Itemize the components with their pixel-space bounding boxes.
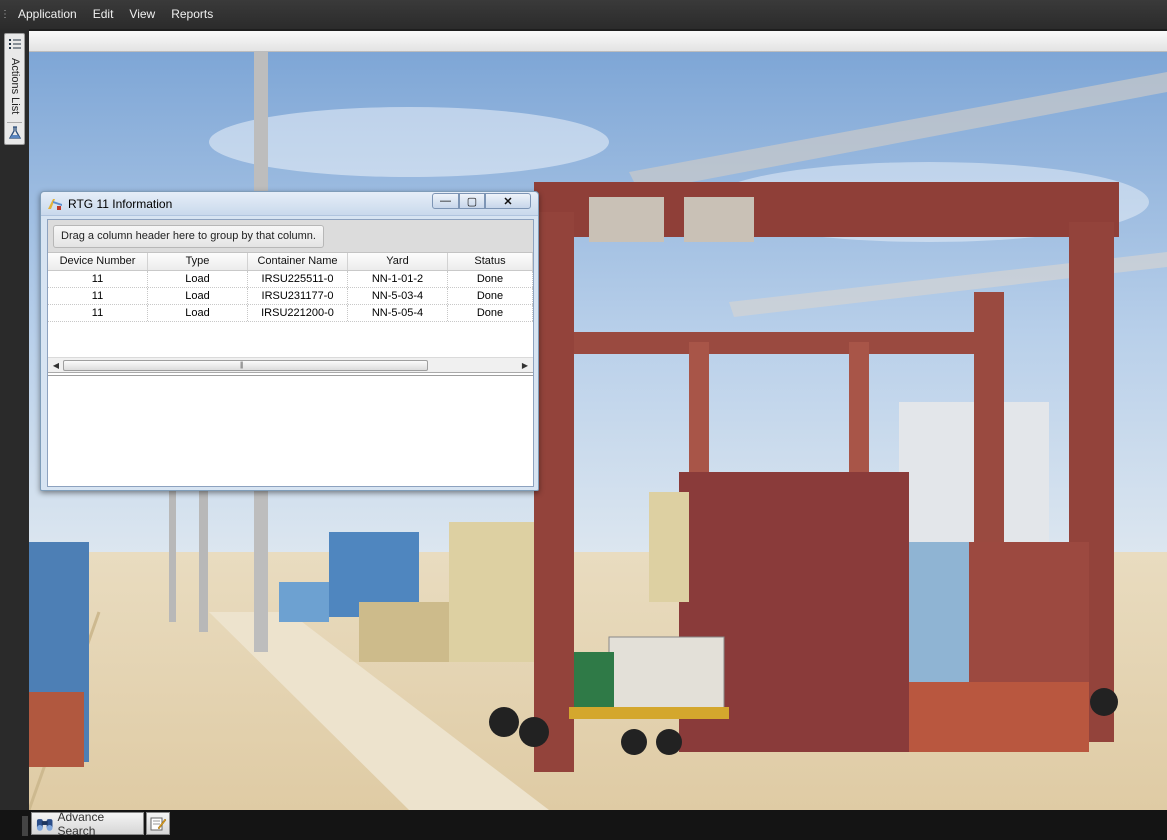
table-row[interactable]: 11 Load IRSU225511-0 NN-1-01-2 Done (48, 271, 533, 288)
list-icon[interactable] (8, 37, 22, 51)
cell-container-name[interactable]: IRSU221200-0 (248, 305, 348, 321)
cell-container-name[interactable]: IRSU225511-0 (248, 271, 348, 287)
flask-icon[interactable] (8, 126, 22, 140)
cell-type[interactable]: Load (148, 271, 248, 287)
table-row[interactable]: 11 Load IRSU221200-0 NN-5-05-4 Done (48, 305, 533, 322)
menu-reports[interactable]: Reports (163, 0, 221, 29)
scroll-grip-icon: ||| (240, 362, 244, 369)
crane-wheel (1090, 688, 1118, 716)
light-pole (169, 482, 176, 622)
gantry-post (849, 342, 869, 492)
cell-status[interactable]: Done (448, 271, 533, 287)
detail-pane (48, 375, 533, 486)
scrollbar-thumb[interactable]: ||| (63, 360, 428, 371)
crane-label-40t (589, 197, 664, 242)
advance-search-button[interactable]: Advance Search (31, 809, 144, 838)
cell-yard[interactable]: NN-5-03-4 (348, 288, 448, 304)
cell-status[interactable]: Done (448, 288, 533, 304)
bottom-toolbar (0, 810, 1167, 840)
gantry-leg (974, 292, 1004, 572)
group-by-panel[interactable]: Drag a column header here to group by th… (48, 220, 533, 253)
gantry-crossbeam (574, 332, 974, 354)
crane-label-no4 (684, 197, 754, 242)
crane-app-icon (48, 199, 62, 210)
container-stack (909, 542, 969, 682)
gantry-leg (534, 212, 574, 772)
actions-list-dock-tab[interactable]: Actions List (4, 33, 25, 145)
crane-wheel (519, 717, 549, 747)
horizontal-scrollbar[interactable]: ◀ ||| ▶ (48, 357, 533, 373)
group-by-hint: Drag a column header here to group by th… (53, 225, 324, 248)
column-header-yard[interactable]: Yard (348, 253, 448, 270)
data-grid[interactable]: Device Number Type Container Name Yard S… (48, 253, 533, 322)
truck-container (608, 636, 725, 713)
gantry-post (689, 342, 709, 492)
container-stack (359, 602, 449, 662)
crane-wheel (489, 707, 519, 737)
menu-application[interactable]: Application (10, 0, 85, 29)
truck-chassis (569, 707, 729, 719)
grid-container: Drag a column header here to group by th… (47, 219, 534, 487)
cell-type[interactable]: Load (148, 305, 248, 321)
column-header-device-number[interactable]: Device Number (48, 253, 148, 270)
report-button[interactable] (146, 812, 170, 835)
truck-cab (574, 652, 614, 712)
advance-search-label: Advance Search (57, 809, 105, 838)
cell-container-name[interactable]: IRSU231177-0 (248, 288, 348, 304)
scroll-right-icon[interactable]: ▶ (519, 360, 531, 372)
menu-view[interactable]: View (121, 0, 163, 29)
binoculars-icon (36, 818, 53, 831)
cell-yard[interactable]: NN-1-01-2 (348, 271, 448, 287)
cell-device-number[interactable]: 11 (48, 288, 148, 304)
container-stack (279, 582, 329, 622)
container-stack (649, 492, 689, 602)
minimize-button[interactable]: — (432, 193, 459, 209)
window-title: RTG 11 Information (68, 197, 173, 211)
truck-wheel (656, 729, 682, 755)
column-header-container-name[interactable]: Container Name (248, 253, 348, 270)
maximize-button[interactable]: ▢ (459, 193, 485, 209)
scene-toolbar (29, 31, 1167, 52)
container-stack (909, 682, 1089, 752)
close-button[interactable]: ✕ (485, 193, 531, 209)
actions-list-label[interactable]: Actions List (7, 58, 23, 120)
grid-header-row: Device Number Type Container Name Yard S… (48, 253, 533, 271)
table-row[interactable]: 11 Load IRSU231177-0 NN-5-03-4 Done (48, 288, 533, 305)
cloud (209, 107, 609, 177)
rtg-information-window[interactable]: RTG 11 Information — ▢ ✕ Drag a column h… (40, 191, 539, 491)
truck-wheel (621, 729, 647, 755)
menu-bar: ⋮ Application Edit View Reports (0, 0, 1167, 29)
container-stack (29, 692, 84, 767)
menu-edit[interactable]: Edit (85, 0, 122, 29)
cell-device-number[interactable]: 11 (48, 305, 148, 321)
report-edit-icon (150, 817, 167, 830)
dock-divider (7, 122, 22, 123)
cell-yard[interactable]: NN-5-05-4 (348, 305, 448, 321)
toolbar-grip[interactable] (22, 816, 28, 836)
column-header-type[interactable]: Type (148, 253, 248, 270)
window-titlebar[interactable]: RTG 11 Information — ▢ ✕ (41, 192, 538, 216)
cell-type[interactable]: Load (148, 288, 248, 304)
cell-status[interactable]: Done (448, 305, 533, 321)
left-dock-strip (0, 29, 29, 810)
cell-device-number[interactable]: 11 (48, 271, 148, 287)
scroll-left-icon[interactable]: ◀ (50, 360, 62, 372)
menu-grip-icon[interactable]: ⋮ (0, 0, 10, 29)
column-header-status[interactable]: Status (448, 253, 533, 270)
